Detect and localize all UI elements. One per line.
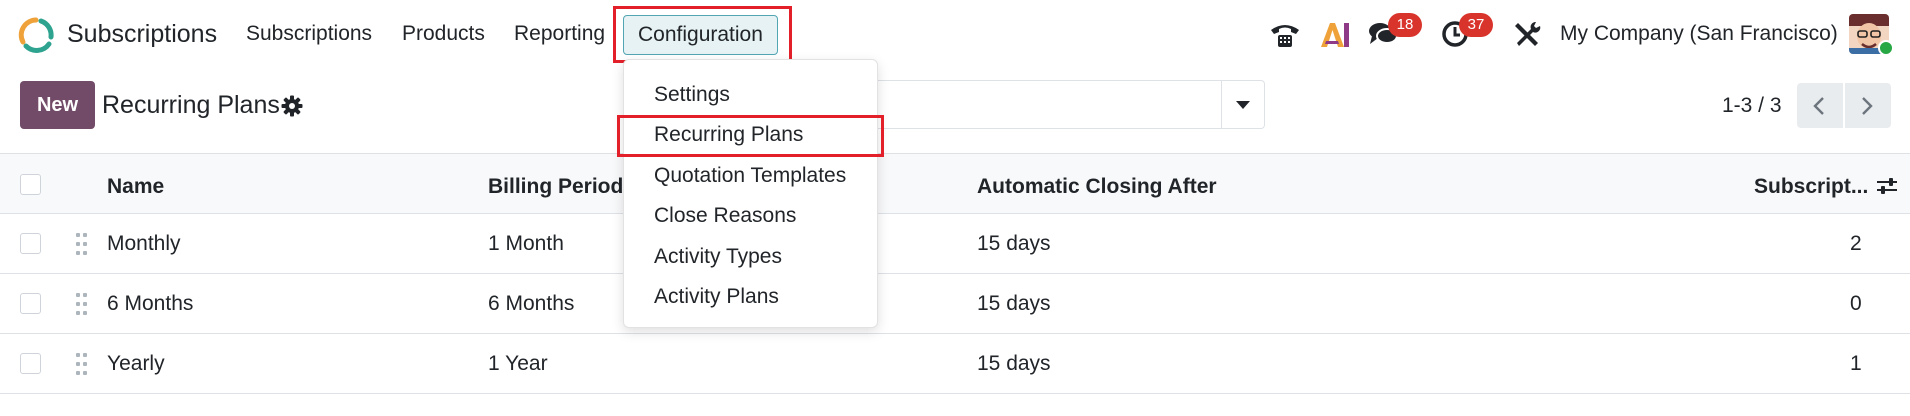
menu-configuration[interactable]: Configuration: [623, 15, 778, 55]
pager-next-button[interactable]: [1845, 83, 1891, 128]
dropdown-item-close-reasons[interactable]: Close Reasons: [654, 204, 796, 228]
cell-name: Monthly: [107, 232, 181, 255]
pager-value[interactable]: 1-3 / 3: [1722, 94, 1782, 118]
cell-subscriptions: 0: [1850, 292, 1862, 315]
cell-billing-period: 1 Month: [488, 232, 564, 255]
cell-subscriptions: 1: [1850, 352, 1862, 375]
cell-automatic-closing: 15 days: [977, 352, 1051, 375]
cell-subscriptions: 2: [1850, 232, 1862, 255]
row-checkbox[interactable]: [20, 233, 41, 254]
gear-icon[interactable]: [281, 95, 303, 117]
drag-handle-icon[interactable]: [76, 353, 88, 375]
table-row[interactable]: Yearly 1 Year 15 days 1: [0, 334, 1910, 394]
chevron-left-icon: [1813, 97, 1824, 115]
presence-indicator: [1878, 40, 1894, 56]
dropdown-item-activity-types[interactable]: Activity Types: [654, 245, 782, 269]
page-title: Recurring Plans: [102, 91, 280, 119]
new-button[interactable]: New: [20, 81, 95, 129]
debug-tools-icon[interactable]: [1510, 17, 1544, 51]
cell-name: 6 Months: [107, 292, 194, 315]
dropdown-item-quotation-templates[interactable]: Quotation Templates: [654, 164, 846, 188]
ai-icon[interactable]: [1318, 17, 1352, 51]
cell-automatic-closing: 15 days: [977, 292, 1051, 315]
cell-billing-period: 1 Year: [488, 352, 548, 375]
row-checkbox[interactable]: [20, 293, 41, 314]
chevron-right-icon: [1862, 97, 1873, 115]
top-navbar: Subscriptions Subscriptions Products Rep…: [0, 0, 1910, 70]
select-all-checkbox[interactable]: [20, 174, 41, 195]
company-switcher[interactable]: My Company (San Francisco): [1560, 22, 1838, 46]
dropdown-item-settings[interactable]: Settings: [654, 83, 730, 107]
row-checkbox[interactable]: [20, 353, 41, 374]
messages-badge: 18: [1388, 13, 1422, 37]
column-automatic-closing[interactable]: Automatic Closing After: [977, 175, 1217, 199]
list-header: Name Billing Period Automatic Closing Af…: [0, 153, 1910, 214]
cell-automatic-closing: 15 days: [977, 232, 1051, 255]
column-subscriptions[interactable]: Subscript...: [1754, 175, 1868, 199]
activities-badge: 37: [1459, 13, 1493, 37]
cell-name: Yearly: [107, 352, 165, 375]
dropdown-item-activity-plans[interactable]: Activity Plans: [654, 285, 779, 309]
subscriptions-app-icon[interactable]: [18, 17, 54, 53]
column-billing-period[interactable]: Billing Period: [488, 175, 623, 199]
configuration-dropdown: Settings Recurring Plans Quotation Templ…: [623, 59, 878, 328]
dropdown-item-recurring-plans[interactable]: Recurring Plans: [654, 123, 803, 147]
menu-subscriptions[interactable]: Subscriptions: [246, 22, 372, 46]
drag-handle-icon[interactable]: [76, 233, 88, 255]
table-row[interactable]: Monthly 1 Month 15 days 2: [0, 214, 1910, 274]
phone-icon[interactable]: [1268, 17, 1302, 51]
cell-billing-period: 6 Months: [488, 292, 575, 315]
pager-previous-button[interactable]: [1797, 83, 1843, 128]
table-row[interactable]: 6 Months 6 Months 15 days 0: [0, 274, 1910, 334]
menu-reporting[interactable]: Reporting: [514, 22, 605, 46]
optional-columns-icon[interactable]: [1876, 176, 1898, 196]
caret-down-icon: [1236, 101, 1250, 109]
menu-products[interactable]: Products: [402, 22, 485, 46]
app-name[interactable]: Subscriptions: [67, 20, 217, 49]
drag-handle-icon[interactable]: [76, 293, 88, 315]
search-input[interactable]: [860, 80, 1265, 129]
column-name[interactable]: Name: [107, 175, 164, 199]
